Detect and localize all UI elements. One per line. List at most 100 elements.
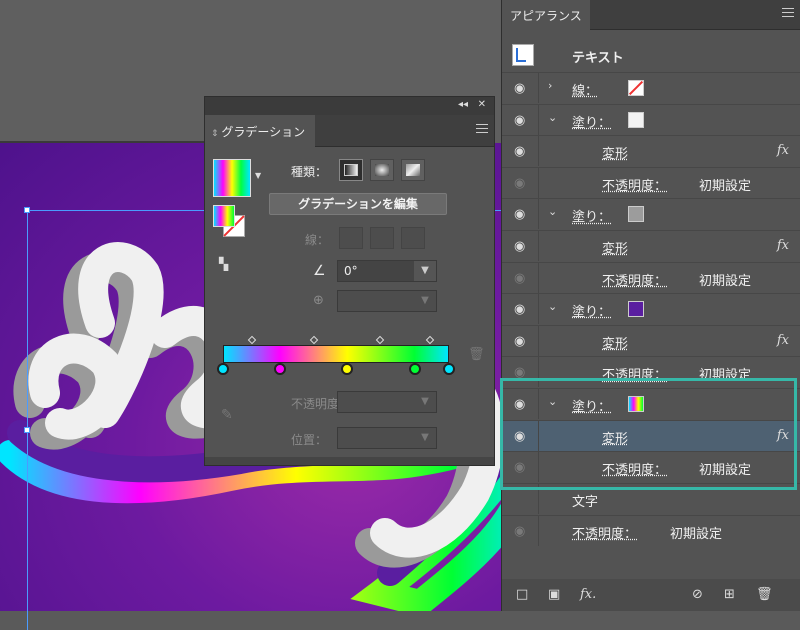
eye-column-divider [538,294,539,325]
fill-color-swatch[interactable] [628,111,644,128]
freeform-gradient-button[interactable] [401,159,425,181]
fill-color-swatch[interactable] [628,206,644,223]
eye-column-divider [538,136,539,167]
eye-column-divider [538,199,539,230]
visibility-eye-icon[interactable]: ◉ [514,176,525,191]
add-fill-icon[interactable]: ▣ [548,587,560,602]
panel-resize-grip[interactable] [205,457,494,465]
delete-stop-icon[interactable]: 🗑 [468,347,485,362]
fx-icon[interactable]: fx [777,238,789,253]
gradient-stop[interactable] [341,363,354,375]
midpoint-diamond[interactable] [375,335,385,345]
preview-dropdown-icon[interactable]: ▼ [255,171,261,180]
visibility-eye-icon[interactable]: ◉ [514,334,525,349]
duplicate-item-icon[interactable]: ⊞ [724,587,735,602]
gradient-preview-swatch[interactable] [213,159,251,197]
aspect-ratio-field[interactable]: ▼ [337,290,437,312]
transform-effect-link[interactable]: 変形 [602,238,628,257]
tab-gradient[interactable]: ⇕ グラデーション [205,115,315,147]
close-icon[interactable]: ✕ [478,99,486,110]
selection-handle[interactable] [24,207,30,213]
gradient-panel-titlebar[interactable]: ◂◂ ✕ [205,97,494,115]
opacity-label[interactable]: 不透明度： [602,270,667,289]
appearance-row-effect[interactable]: ◉ 変形 fx [502,324,800,356]
transform-effect-link[interactable]: 変形 [602,143,628,162]
edit-gradient-button[interactable]: グラデーションを編集 [269,193,447,215]
visibility-eye-icon[interactable]: ◉ [514,113,525,128]
aspect-dropdown-icon[interactable]: ▼ [414,291,436,311]
text-object-thumbnail [512,44,534,66]
tab-appearance[interactable]: アピアランス [502,0,590,30]
appearance-row-opacity[interactable]: ◉ 不透明度： 初期設定 [502,166,800,198]
visibility-eye-icon[interactable]: ◉ [514,144,525,159]
appearance-row-opacity[interactable]: ◉ 不透明度： 初期設定 [502,514,800,546]
appearance-row-effect[interactable]: ◉ 変形 fx [502,135,800,167]
angle-dropdown-icon[interactable]: ▼ [414,261,436,281]
selection-handle[interactable] [24,427,30,433]
stroke-along-button[interactable] [370,227,394,249]
gradient-slider[interactable] [223,345,449,363]
appearance-row-stroke[interactable]: ◉ › 線： [502,72,800,103]
collapse-chevron-icon[interactable]: ⌄ [548,111,557,124]
highlight-callout [500,378,797,490]
opacity-label[interactable]: 不透明度： [602,175,667,194]
appearance-row-opacity[interactable]: ◉ 不透明度： 初期設定 [502,261,800,293]
gradient-tab-row: ⇕ グラデーション [205,115,494,147]
clear-appearance-icon[interactable]: ⊘ [692,587,703,602]
fill-label[interactable]: 塗り： [572,112,611,131]
opacity-dropdown-icon[interactable]: ▼ [414,392,436,412]
transform-effect-link[interactable]: 変形 [602,333,628,352]
fx-icon[interactable]: fx [777,143,789,158]
fill-label[interactable]: 塗り： [572,206,611,225]
appearance-row-fill[interactable]: ◉ ⌄ 塗り： [502,198,800,230]
characters-label[interactable]: 文字 [572,491,598,510]
radial-gradient-button[interactable] [370,159,394,181]
linear-gradient-button[interactable] [339,159,363,181]
collapse-chevron-icon[interactable]: ⌄ [548,205,557,218]
opacity-field[interactable]: ▼ [337,391,437,413]
location-dropdown-icon[interactable]: ▼ [414,428,436,448]
opacity-value: 初期設定 [670,526,723,542]
stroke-across-button[interactable] [401,227,425,249]
gradient-stop[interactable] [443,363,455,375]
delete-item-icon[interactable]: 🗑 [756,587,773,602]
midpoint-diamond[interactable] [247,335,257,345]
add-effect-icon[interactable]: fx. [580,587,596,602]
eye-column-divider [538,73,539,103]
expand-chevron-icon[interactable]: › [548,79,552,92]
appearance-footer: □ ▣ fx. ⊘ ⊞ 🗑 [502,579,800,611]
appearance-row-fill[interactable]: ◉ ⌄ 塗り： [502,293,800,325]
gradient-stop[interactable] [273,363,286,375]
gradient-stop[interactable] [217,363,229,375]
fill-color-swatch[interactable] [628,301,644,318]
stroke-within-button[interactable] [339,227,363,249]
eye-column-divider [538,325,539,356]
reverse-gradient-icon[interactable]: ▚ [219,257,228,271]
appearance-row-fill[interactable]: ◉ ⌄ 塗り： [502,103,800,135]
visibility-eye-icon[interactable]: ◉ [514,81,525,96]
angle-field[interactable]: 0° ▼ [337,260,437,282]
midpoint-diamond[interactable] [425,335,435,345]
location-field[interactable]: ▼ [337,427,437,449]
collapse-icon[interactable]: ◂◂ [458,99,468,110]
visibility-eye-icon[interactable]: ◉ [514,302,525,317]
visibility-eye-icon[interactable]: ◉ [514,524,525,539]
stroke-label[interactable]: 線： [572,80,598,99]
visibility-eye-icon[interactable]: ◉ [514,271,525,286]
appearance-row-effect[interactable]: ◉ 変形 fx [502,230,800,261]
add-stroke-icon[interactable]: □ [516,587,528,602]
fill-label[interactable]: 塗り： [572,301,611,320]
panel-menu-icon[interactable] [476,124,488,136]
panel-menu-icon[interactable] [782,8,794,20]
opacity-label[interactable]: 不透明度： [572,523,637,542]
fx-icon[interactable]: fx [777,333,789,348]
eyedropper-icon[interactable]: ✎ [221,407,233,423]
collapse-chevron-icon[interactable]: ⌄ [548,300,557,313]
fill-stroke-swatch[interactable] [213,205,249,241]
visibility-eye-icon[interactable]: ◉ [514,207,525,222]
midpoint-diamond[interactable] [309,335,319,345]
visibility-eye-icon[interactable]: ◉ [514,239,525,254]
gradient-stop[interactable] [409,363,422,375]
stroke-color-swatch[interactable] [628,80,644,96]
aspect-ratio-icon: ⊕ [313,293,324,308]
